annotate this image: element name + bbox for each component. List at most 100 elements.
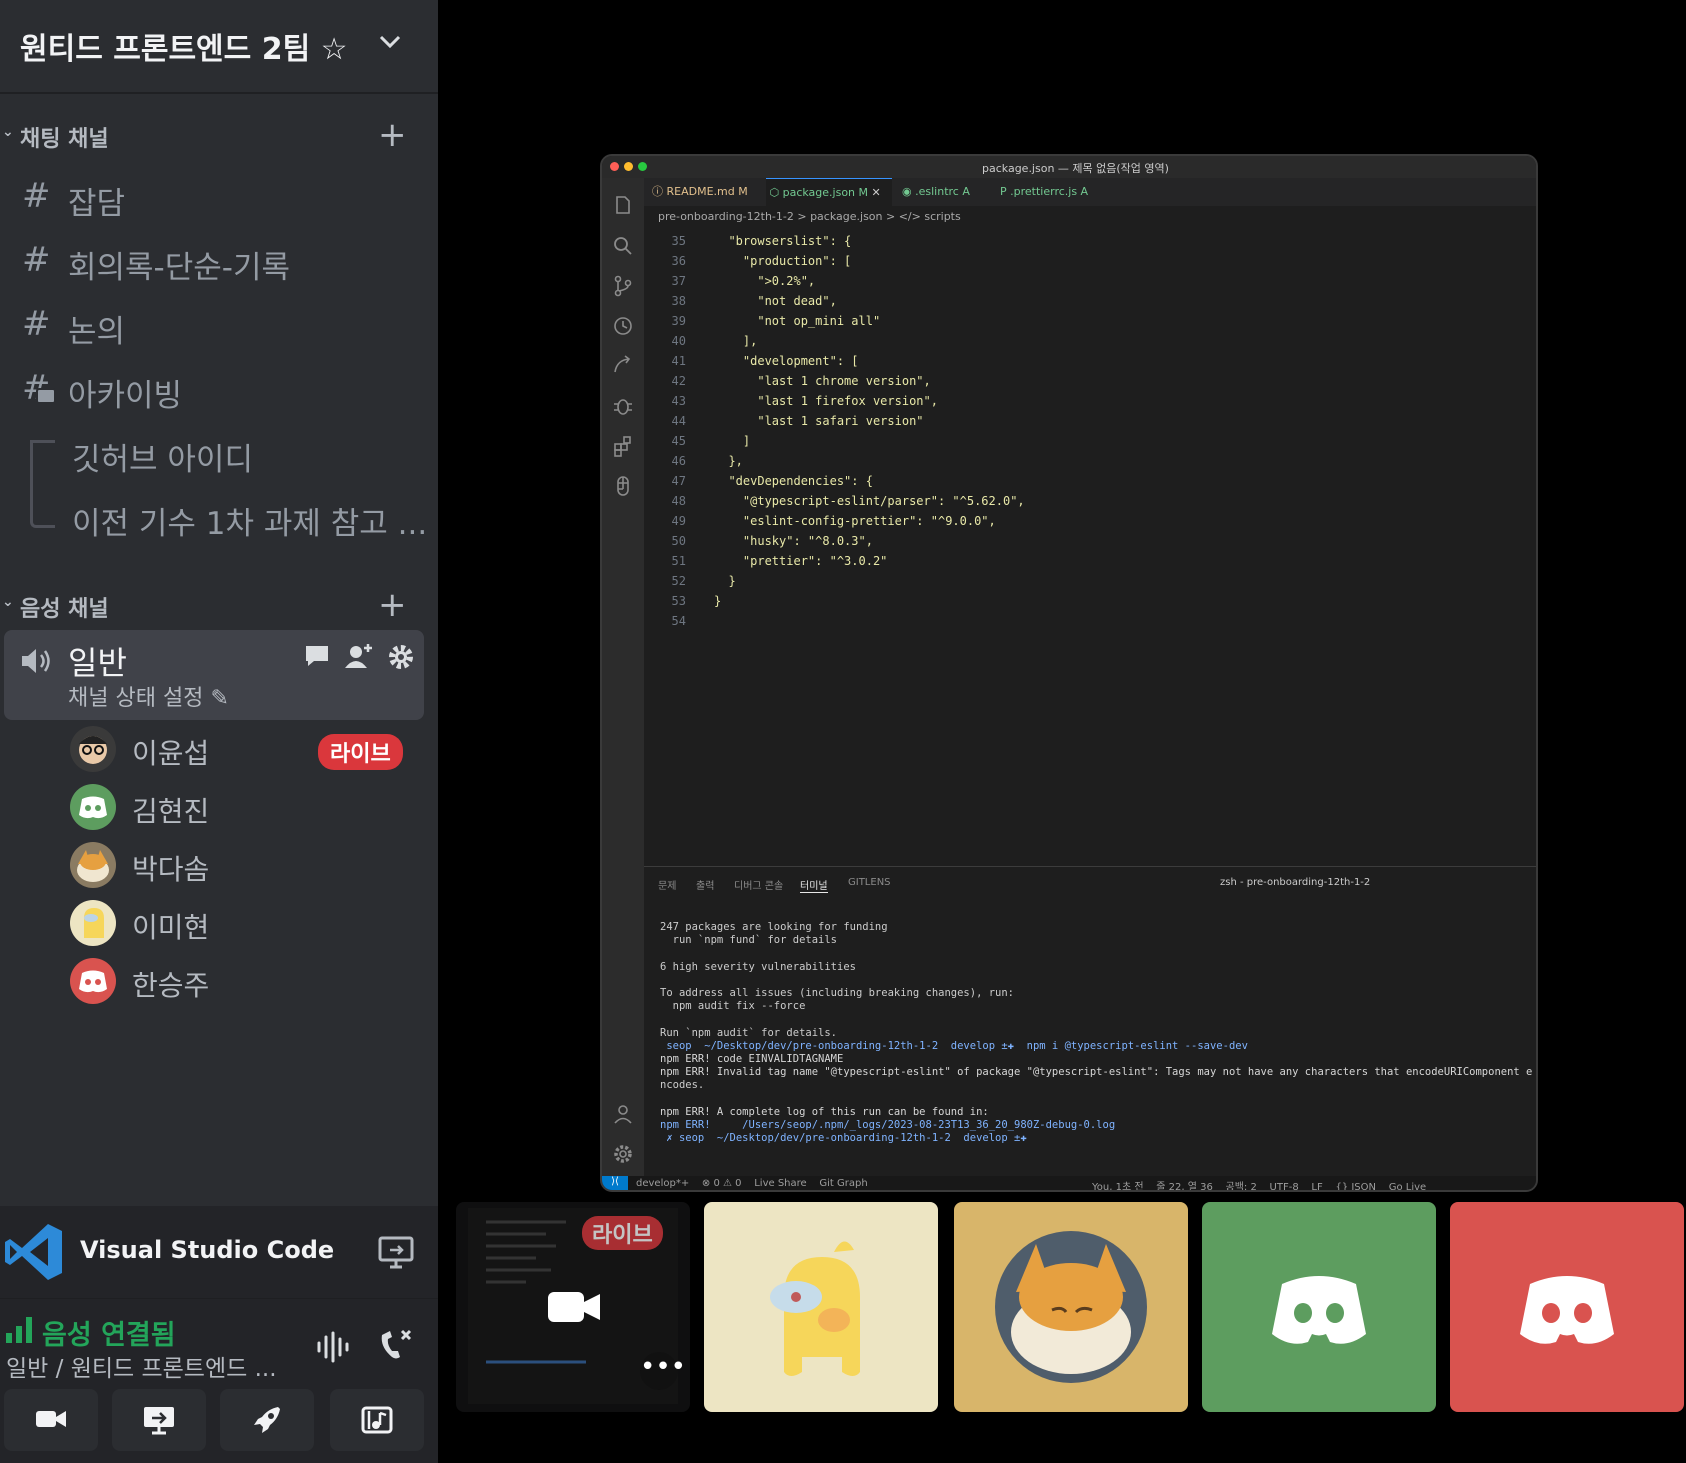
code-line[interactable]: 40 ], xyxy=(644,334,1504,354)
member-name: 한승주 xyxy=(132,969,210,1002)
tab-package-json[interactable]: ⬡ package.json M ✕ xyxy=(766,178,892,207)
screen-share-stream[interactable]: package.json — 제목 없음(작업 영역) ⓘ README.md … xyxy=(600,154,1538,1192)
voice-connected-status[interactable]: 음성 연결됨 xyxy=(42,1313,176,1352)
voice-member-1[interactable]: 김현진 xyxy=(70,780,430,834)
share-screen-button[interactable] xyxy=(112,1389,206,1451)
terminal-instance-name[interactable]: zsh - pre-onboarding-12th-1-2 xyxy=(1220,877,1370,888)
channel-item-1[interactable]: # 회의록-단순-기록 xyxy=(0,232,438,292)
status-left[interactable]: develop*+ ⊗ 0 ⚠ 0 Live Share Git Graph xyxy=(636,1178,868,1189)
voice-member-3[interactable]: 이미현 xyxy=(70,896,430,950)
breadcrumb[interactable]: pre-onboarding-12th-1-2 > package.json >… xyxy=(658,206,961,228)
source-control-icon[interactable] xyxy=(611,274,635,298)
server-header[interactable]: 원티드 프론트엔드 2팀 ☆ xyxy=(0,0,438,94)
code-line[interactable]: 37 ">0.2%", xyxy=(644,274,1504,294)
chevron-down-icon[interactable] xyxy=(378,34,402,50)
code-line[interactable]: 43 "last 1 firefox version", xyxy=(644,394,1504,414)
code-line[interactable]: 38 "not dead", xyxy=(644,294,1504,314)
participant-tile-2[interactable] xyxy=(954,1202,1188,1412)
window-minimize-dot[interactable] xyxy=(624,162,633,171)
invite-member-icon[interactable] xyxy=(344,642,376,670)
code-line[interactable]: 47 "devDependencies": { xyxy=(644,474,1504,494)
thread-item-1[interactable]: 이전 기수 1차 과제 참고 ... xyxy=(0,488,438,548)
tab-eslintrc[interactable]: ◉ .eslintrc A xyxy=(902,178,970,206)
remote-icon[interactable] xyxy=(611,354,635,378)
window-zoom-dot[interactable] xyxy=(638,162,647,171)
caret-icon: ⌄ xyxy=(2,594,14,610)
participant-avatar xyxy=(995,1231,1147,1383)
code-text: "last 1 firefox version", xyxy=(714,394,938,408)
vscode-statusbar: ⟩⟨ develop*+ ⊗ 0 ⚠ 0 Live Share Git Grap… xyxy=(602,1176,1536,1190)
status-right[interactable]: You, 1초 전 줄 22, 열 36 공백: 2 UTF-8 LF {} J… xyxy=(1092,1178,1426,1190)
voice-channels-category[interactable]: ⌄ 음성 채널 + xyxy=(0,588,438,624)
remote-indicator[interactable]: ⟩⟨ xyxy=(602,1176,628,1190)
channel-item-0[interactable]: # 잡담 xyxy=(0,168,438,228)
code-text: "not op_mini all" xyxy=(714,314,881,328)
channel-status-setting[interactable]: 채널 상태 설정 ✎ xyxy=(68,680,229,712)
activities-button[interactable] xyxy=(220,1389,314,1451)
forum-hash-icon: # xyxy=(22,368,56,408)
search-icon[interactable] xyxy=(611,234,635,258)
terminal-line: To address all issues (including breakin… xyxy=(660,987,1015,999)
tab-readme[interactable]: ⓘ README.md M xyxy=(652,178,748,206)
code-line[interactable]: 41 "development": [ xyxy=(644,354,1504,374)
tab-debug-console[interactable]: 디버그 콘솔 xyxy=(734,877,783,892)
channel-item-3[interactable]: # 아카이빙 xyxy=(0,360,438,420)
code-line[interactable]: 50 "husky": "^8.0.3", xyxy=(644,534,1504,554)
soundboard-button[interactable] xyxy=(330,1389,424,1451)
code-line[interactable]: 52 } xyxy=(644,574,1504,594)
disconnect-icon[interactable] xyxy=(376,1327,414,1363)
code-line[interactable]: 44 "last 1 safari version" xyxy=(644,414,1504,434)
voice-connection-location[interactable]: 일반 / 원티드 프론트엔드 ... xyxy=(6,1349,277,1383)
stream-tile[interactable]: 라이브 ••• xyxy=(456,1202,690,1412)
participant-tile-3[interactable] xyxy=(1202,1202,1436,1412)
code-line[interactable]: 42 "last 1 chrome version", xyxy=(644,374,1504,394)
code-line[interactable]: 54 xyxy=(644,614,1504,634)
signal-icon[interactable] xyxy=(6,1317,36,1343)
code-line[interactable]: 51 "prettier": "^3.0.2" xyxy=(644,554,1504,574)
channel-item-2[interactable]: # 논의 xyxy=(0,296,438,356)
member-name: 김현진 xyxy=(132,795,210,828)
figma-icon[interactable] xyxy=(611,474,635,498)
text-channels-category[interactable]: ⌄ 채팅 채널 + xyxy=(0,118,438,154)
chat-icon[interactable] xyxy=(304,644,330,668)
settings-gear-icon[interactable] xyxy=(611,1142,635,1166)
thread-item-0[interactable]: 깃허브 아이디 xyxy=(0,424,438,484)
gear-icon[interactable] xyxy=(388,644,414,670)
more-options-button[interactable]: ••• xyxy=(640,1352,686,1390)
voice-member-4[interactable]: 한승주 xyxy=(70,954,430,1008)
explorer-icon[interactable] xyxy=(611,194,635,218)
tab-output[interactable]: 출력 xyxy=(696,877,714,892)
code-line[interactable]: 48 "@typescript-eslint/parser": "^5.62.0… xyxy=(644,494,1504,514)
voice-member-2[interactable]: 박다솜 xyxy=(70,838,430,892)
code-line[interactable]: 45 ] xyxy=(644,434,1504,454)
code-line[interactable]: 53} xyxy=(644,594,1504,614)
add-channel-icon[interactable]: + xyxy=(378,118,407,152)
window-close-dot[interactable] xyxy=(610,162,619,171)
line-number: 45 xyxy=(671,434,686,448)
participant-tile-4[interactable] xyxy=(1450,1202,1684,1412)
close-tab-icon[interactable]: ✕ xyxy=(872,186,881,199)
soundboard-icon[interactable] xyxy=(316,1331,352,1363)
hash-icon: # xyxy=(22,240,51,280)
code-line[interactable]: 39 "not op_mini all" xyxy=(644,314,1504,334)
voice-member-0[interactable]: 이윤섭 라이브 xyxy=(70,722,430,776)
voice-channel-item[interactable]: 일반 채널 상태 설정 ✎ xyxy=(4,630,424,720)
debug-icon[interactable] xyxy=(611,394,635,418)
screen-share-icon[interactable] xyxy=(378,1236,414,1270)
add-channel-icon[interactable]: + xyxy=(378,588,407,622)
timeline-icon[interactable] xyxy=(611,314,635,338)
category-label: 채팅 채널 xyxy=(20,127,109,152)
code-line[interactable]: 49 "eslint-config-prettier": "^9.0.0", xyxy=(644,514,1504,534)
tab-problems[interactable]: 문제 xyxy=(658,877,676,892)
code-editor[interactable]: 35 "browserslist": {36 "production": [37… xyxy=(644,234,1536,854)
tab-prettierrc[interactable]: P .prettierrc.js A xyxy=(1000,178,1088,206)
code-line[interactable]: 35 "browserslist": { xyxy=(644,234,1504,254)
account-icon[interactable] xyxy=(611,1102,635,1126)
participant-tile-1[interactable] xyxy=(704,1202,938,1412)
extensions-icon[interactable] xyxy=(611,434,635,458)
tab-terminal[interactable]: 터미널 xyxy=(800,877,828,893)
code-line[interactable]: 36 "production": [ xyxy=(644,254,1504,274)
tab-gitlens[interactable]: GITLENS xyxy=(848,877,891,888)
camera-button[interactable] xyxy=(4,1389,98,1451)
code-line[interactable]: 46 }, xyxy=(644,454,1504,474)
